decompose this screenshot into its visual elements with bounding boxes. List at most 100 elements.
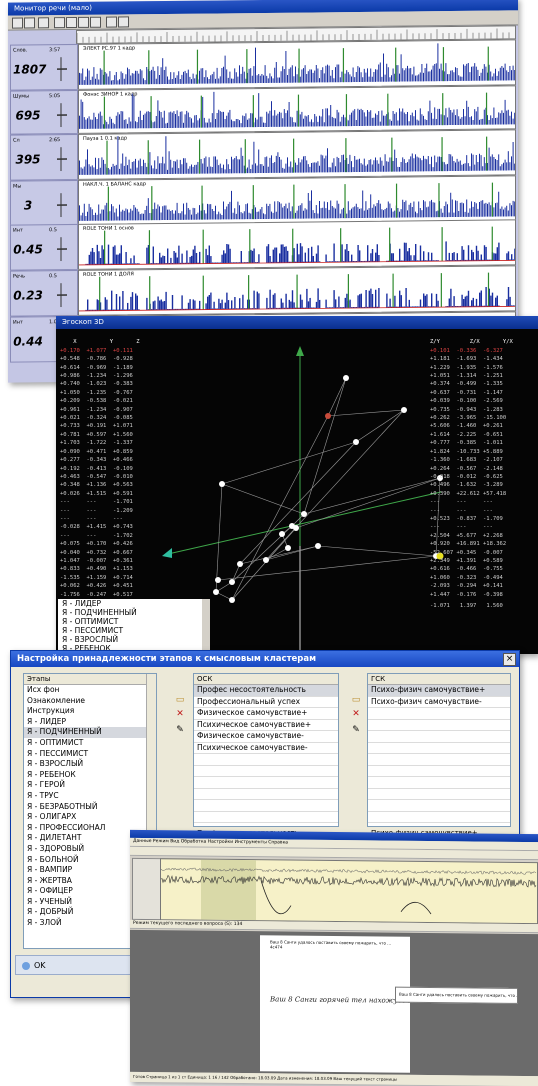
empty-row[interactable] <box>368 720 510 732</box>
signal-strip[interactable]: ROLE ТОНИ 1 основ <box>78 219 516 270</box>
stage-item[interactable]: Я - ОЛИГАРХ <box>24 812 156 823</box>
add-icon[interactable]: ▭ <box>351 695 361 705</box>
stage-item[interactable]: Я - ПЕССИМИСТ <box>24 749 156 760</box>
stage-legend-list[interactable]: Я - ЛИДЕР Я - ПОДЧИНЕННЫЙ Я - ОПТИМИСТ Я… <box>58 599 210 654</box>
check-icon[interactable] <box>106 17 117 28</box>
stage-item[interactable]: Я - БЕЗРАБОТНЫЙ <box>24 802 156 813</box>
level-slider[interactable] <box>57 103 69 127</box>
delete-icon[interactable]: ✕ <box>351 709 361 719</box>
data-point[interactable] <box>315 543 321 549</box>
data-point[interactable] <box>353 439 359 445</box>
connection-line <box>266 410 404 560</box>
osk-row[interactable]: Психическое самочувствие+ <box>194 720 338 732</box>
edit-icon[interactable]: ✎ <box>351 725 361 735</box>
osk-row[interactable]: Профессиональный успех <box>194 697 338 709</box>
ok-button[interactable]: OK <box>15 955 135 975</box>
level-slider[interactable] <box>57 193 69 217</box>
data-point[interactable] <box>285 545 291 551</box>
gsk-list[interactable]: ГСК Психо-физич самочувствие+Психо-физич… <box>367 673 511 827</box>
legend-item[interactable]: Я - ЛИДЕР <box>62 599 210 608</box>
close-button[interactable]: × <box>503 653 516 666</box>
empty-row[interactable] <box>368 777 510 789</box>
data-point[interactable] <box>237 561 243 567</box>
data-point[interactable] <box>325 413 331 419</box>
level-slider[interactable] <box>57 147 69 171</box>
osk-row[interactable]: Психическое самочувствие- <box>194 743 338 755</box>
signal-strip[interactable]: ЭЛЕКТ PC.97 1 кадр <box>78 39 516 90</box>
add-icon[interactable]: ▭ <box>175 695 185 705</box>
zoom-icon[interactable] <box>54 17 65 28</box>
level-slider[interactable] <box>57 57 69 81</box>
cursor-icon[interactable] <box>66 17 77 28</box>
stage-item[interactable]: Инструкция <box>24 706 156 717</box>
signal-strip[interactable]: Пауза 1 0.1 кадр <box>78 129 516 180</box>
empty-row[interactable] <box>368 766 510 778</box>
selection-region[interactable] <box>201 860 256 921</box>
empty-row[interactable] <box>194 754 338 766</box>
data-point[interactable] <box>343 375 349 381</box>
empty-row[interactable] <box>368 743 510 755</box>
stage-item[interactable]: Я - ТРУС <box>24 791 156 802</box>
empty-row[interactable] <box>368 800 510 812</box>
grid-icon[interactable] <box>38 17 49 28</box>
empty-row[interactable] <box>194 812 338 824</box>
settings-icon[interactable] <box>118 16 129 27</box>
legend-item[interactable]: Я - ПОДЧИНЕННЫЙ <box>62 608 210 617</box>
empty-row[interactable] <box>194 766 338 778</box>
stage-item[interactable]: Я - РЕБЕНОК <box>24 770 156 781</box>
data-point[interactable] <box>293 525 299 531</box>
legend-item[interactable]: Я - ОПТИМИСТ <box>62 617 210 626</box>
data-point[interactable] <box>229 597 235 603</box>
osk-row[interactable]: Профес несостоятельность <box>194 685 338 697</box>
legend-item[interactable]: Я - ПЕССИМИСТ <box>62 626 210 635</box>
data-point[interactable] <box>301 511 307 517</box>
list-icon[interactable] <box>78 17 89 28</box>
empty-row[interactable] <box>194 777 338 789</box>
empty-row[interactable] <box>194 823 338 827</box>
data-point[interactable] <box>401 407 407 413</box>
data-point[interactable] <box>229 579 235 585</box>
stage-item[interactable]: Я - ОПТИМИСТ <box>24 738 156 749</box>
empty-row[interactable] <box>368 812 510 824</box>
help-icon[interactable] <box>24 17 35 28</box>
empty-row[interactable] <box>194 800 338 812</box>
signal-strip[interactable]: ROLE ТОНИ 1 ДОЛЯ <box>78 265 516 316</box>
data-point[interactable] <box>263 557 269 563</box>
data-point[interactable] <box>215 577 221 583</box>
document-page[interactable]: Ваш 8 Санги удалось поставить своему пож… <box>260 935 410 1073</box>
gsk-row[interactable]: Психо-физич самочувствие- <box>368 697 510 709</box>
empty-row[interactable] <box>194 789 338 801</box>
delete-icon[interactable]: ✕ <box>175 709 185 719</box>
stage-item[interactable]: Я - ЛИДЕР <box>24 717 156 728</box>
edit-icon[interactable]: ✎ <box>175 725 185 735</box>
empty-row[interactable] <box>368 708 510 720</box>
data-point[interactable] <box>219 481 225 487</box>
data-point[interactable] <box>279 531 285 537</box>
signal-strip[interactable]: Фонэс ЗИНОР 1 кадр <box>78 85 516 134</box>
stage-item[interactable]: Ознакомление <box>24 696 156 707</box>
signal-strip[interactable]: НАКЛ.Ч. 1 БАЛАНС кадр <box>78 175 516 226</box>
data-point[interactable] <box>213 589 219 595</box>
level-slider[interactable] <box>57 237 69 261</box>
print-icon[interactable] <box>12 18 23 29</box>
empty-row[interactable] <box>368 789 510 801</box>
level-slider[interactable] <box>57 283 69 307</box>
gsk-row[interactable]: Психо-физич самочувствие+ <box>368 685 510 697</box>
stage-item[interactable]: Я - ВЗРОСЛЫЙ <box>24 759 156 770</box>
stage-item[interactable]: Я - ГЕРОЙ <box>24 780 156 791</box>
stage-item[interactable]: Я - ПОДЧИНЕННЫЙ <box>24 727 156 738</box>
comment-note[interactable]: Ваш 8 Санги удалось поставить своему пож… <box>395 987 518 1004</box>
signal-bar <box>165 67 166 84</box>
empty-row[interactable] <box>368 754 510 766</box>
osk-row[interactable]: Физическое самочувствие+ <box>194 708 338 720</box>
signal-bar <box>218 79 219 84</box>
empty-row[interactable] <box>368 731 510 743</box>
osk-row[interactable]: Физическое самочувствие- <box>194 731 338 743</box>
legend-item[interactable]: Я - ВЗРОСЛЫЙ <box>62 635 210 644</box>
osk-list[interactable]: ОСК Профес несостоятельностьПрофессионал… <box>193 673 339 827</box>
signal-graph[interactable] <box>160 858 538 924</box>
empty-row[interactable] <box>368 823 510 827</box>
stage-item[interactable]: Исх фон <box>24 685 156 696</box>
scale-icon[interactable] <box>90 17 101 28</box>
legend-scrollbar[interactable] <box>202 599 210 654</box>
